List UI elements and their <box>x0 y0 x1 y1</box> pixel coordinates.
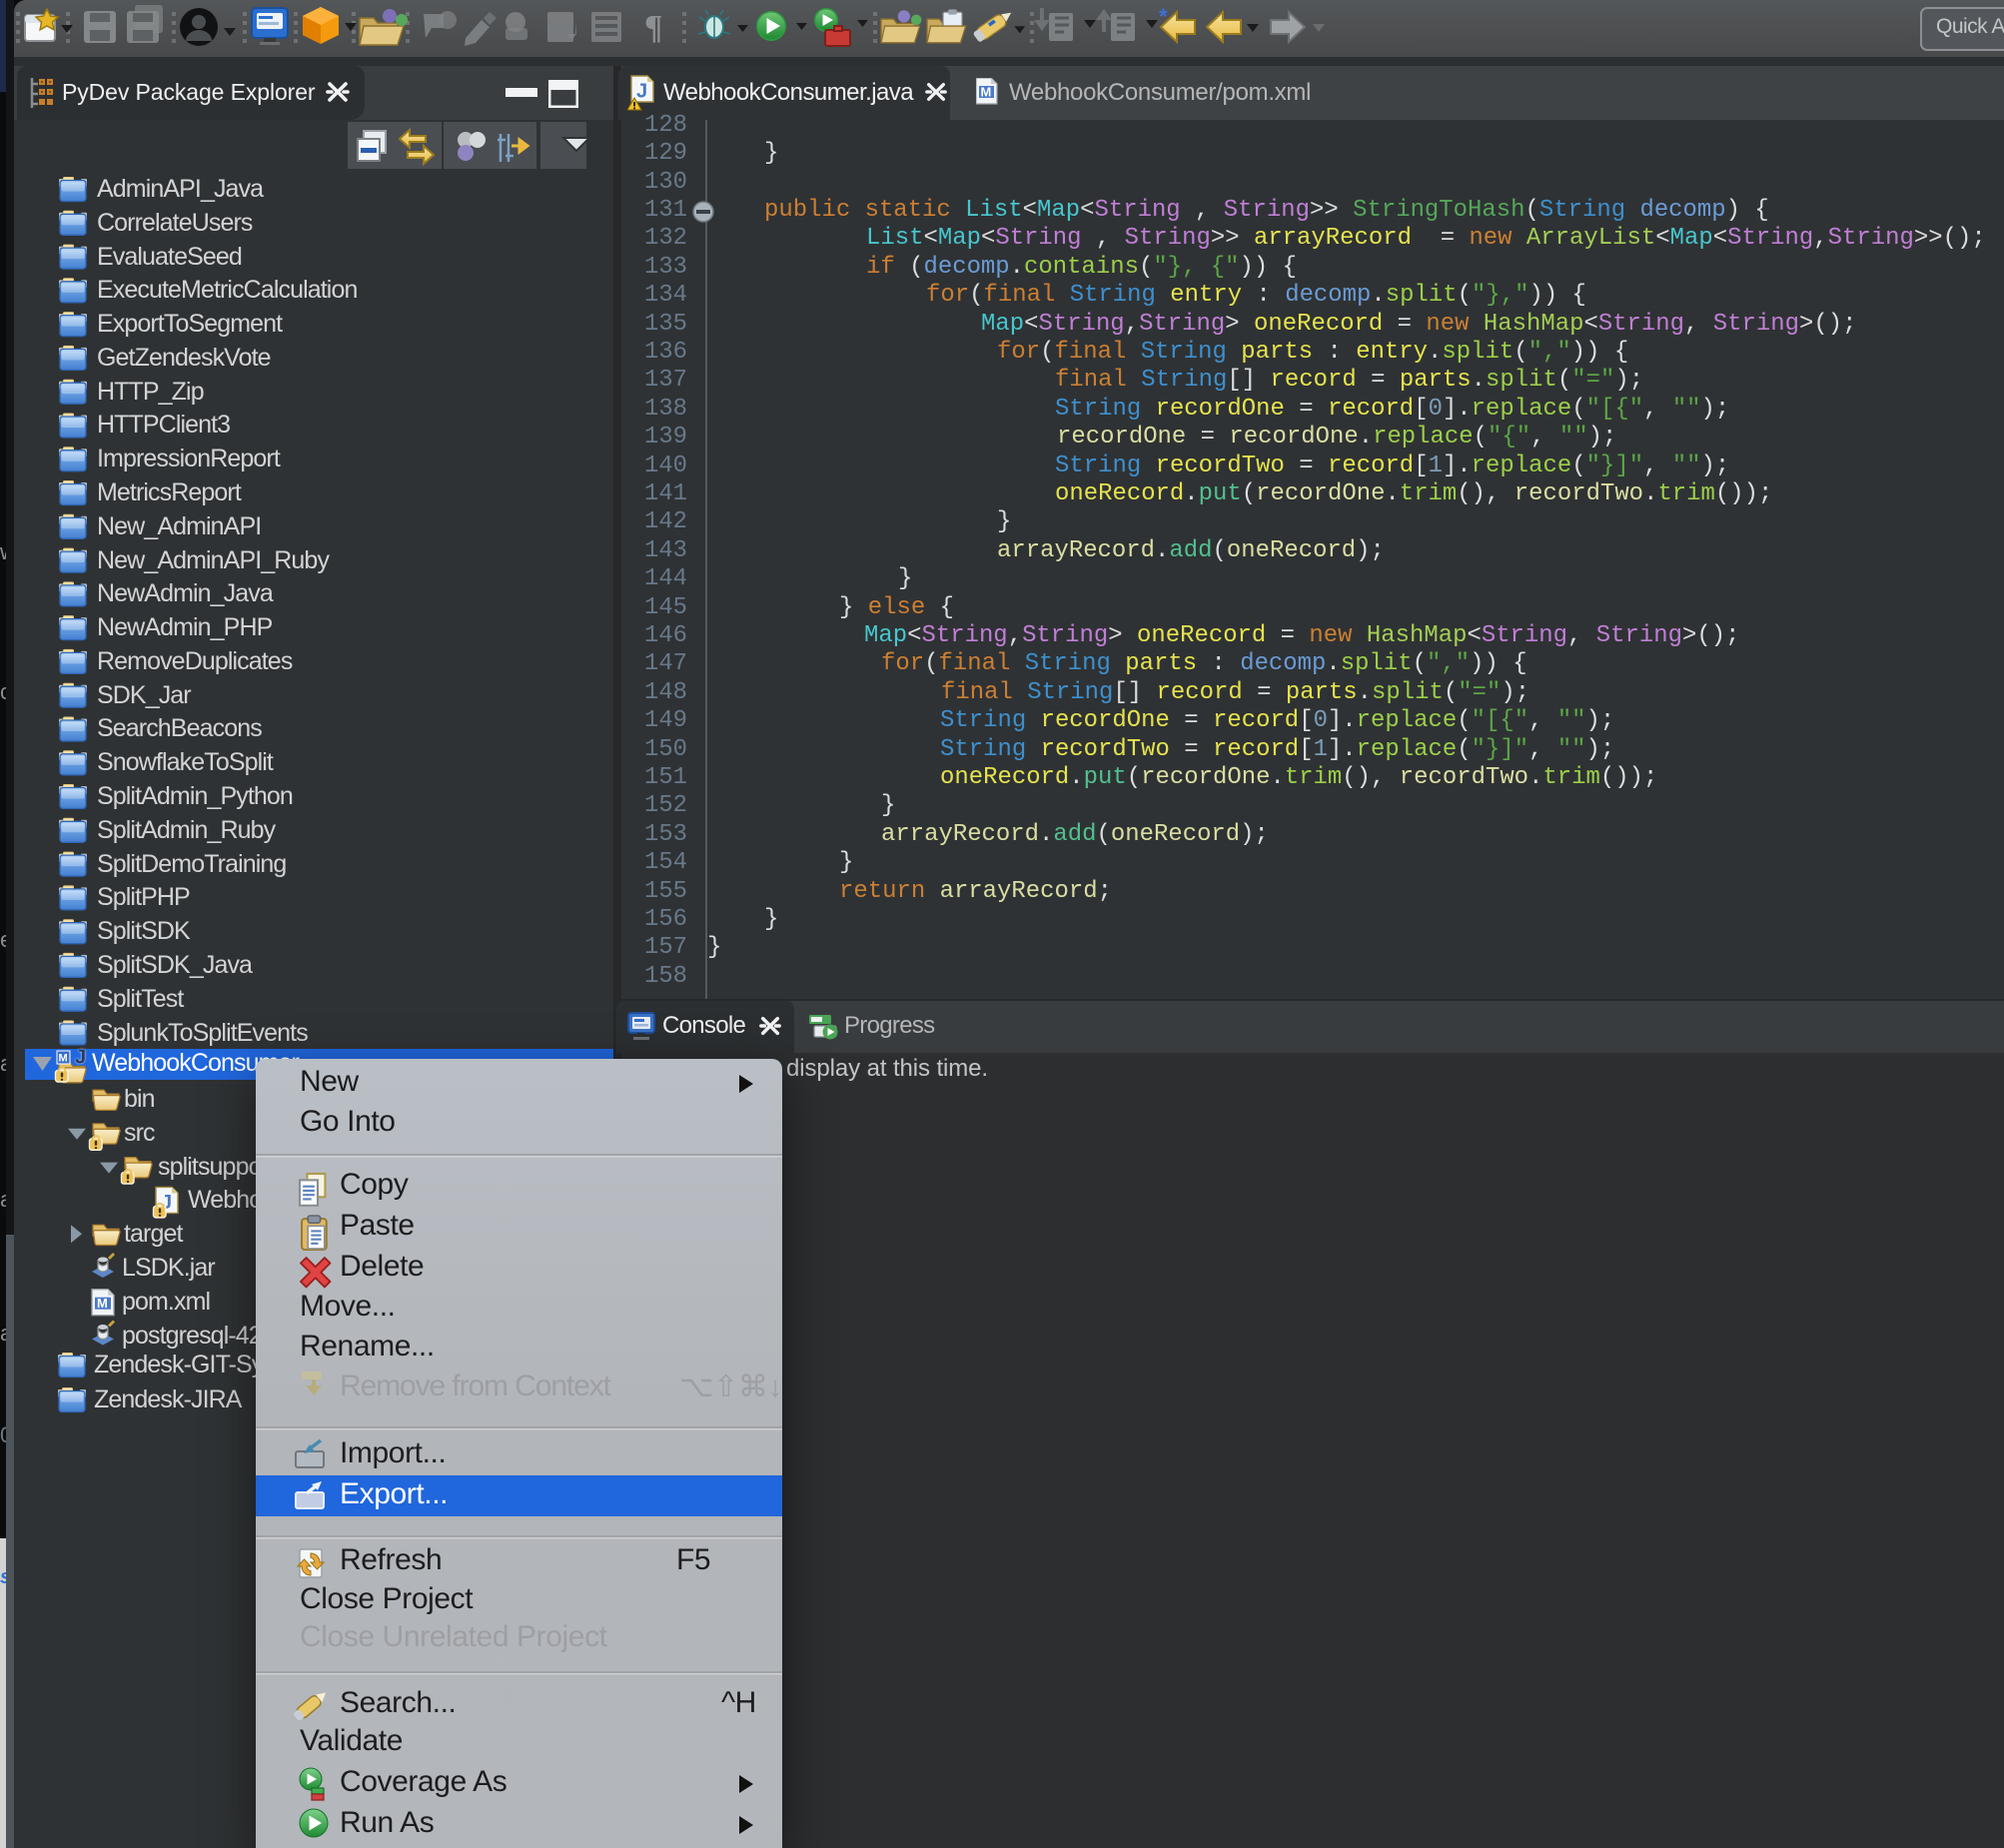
svg-text:J: J <box>75 1047 86 1069</box>
svg-text:*: * <box>1159 4 1168 29</box>
svg-text:J: J <box>636 81 647 103</box>
svg-text:M: M <box>59 1053 68 1065</box>
svg-text:M: M <box>981 85 992 100</box>
svg-text:¶: ¶ <box>644 9 662 46</box>
